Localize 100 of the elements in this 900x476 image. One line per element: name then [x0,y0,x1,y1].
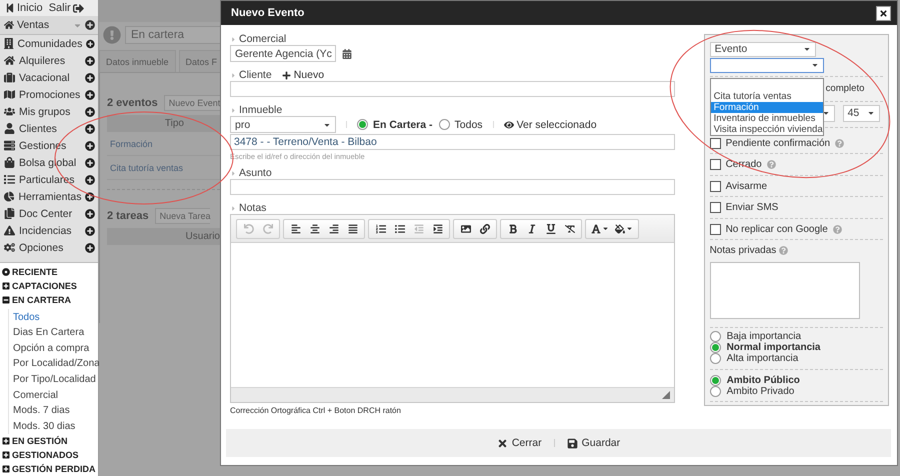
menu-item-icon [4,123,15,134]
checkbox[interactable] [710,224,721,235]
menu-item-icon [4,208,15,220]
new-client-link[interactable]: Nuevo [282,69,324,81]
add-icon[interactable] [85,72,95,83]
add-icon[interactable] [85,106,95,117]
checkbox[interactable] [710,138,721,149]
caret-icon [866,109,875,118]
type-select[interactable]: Evento [710,42,816,57]
calendar-icon[interactable] [342,48,352,58]
home-icon [4,20,14,30]
radio-option[interactable]: En Cartera - [357,118,433,130]
subtype-select[interactable] [710,58,824,73]
tree-item[interactable]: EN CARTERA [2,293,98,308]
add-icon[interactable] [85,174,95,185]
dropdown-option[interactable]: Formación [710,102,823,113]
recent-icon [2,268,10,276]
menu-item-icon [4,72,15,84]
tree-subitem[interactable]: Opción a compra [13,340,98,356]
add-icon[interactable] [85,158,95,168]
add-icon[interactable] [85,192,95,202]
radio-option[interactable]: Normal importancia [710,342,883,353]
menu-item[interactable]: Clientes [19,122,81,135]
radio-option[interactable]: Todos [438,118,483,130]
add-icon[interactable] [85,140,95,151]
menu-item[interactable]: Vacacional [19,72,81,84]
checkbox-label: Pendiente confirmación [726,138,830,149]
plus-icon [282,70,291,80]
caret-icon [822,109,830,118]
close-icon [879,8,888,18]
caret-icon [230,72,237,78]
add-icon[interactable] [85,208,95,219]
checkbox-label: Enviar SMS [726,202,778,214]
close-dialog-button[interactable]: Cerrar [496,437,542,449]
private-notes-label: Notas privadas [710,245,776,256]
tree-item[interactable]: CAPTACIONES [2,279,98,294]
add-icon[interactable] [86,38,95,49]
client-field[interactable] [230,81,675,97]
add-icon[interactable] [85,124,95,134]
checkbox[interactable] [710,202,721,214]
tree-subitem[interactable]: Mods. 30 dias [13,418,98,434]
caret-icon [230,204,237,212]
add-icon[interactable] [85,242,95,253]
add-icon[interactable] [85,20,95,30]
menu-item[interactable]: Doc Center [19,208,81,220]
menu-item[interactable]: Mis grupos [19,106,81,118]
caret-icon [230,36,237,42]
close-icon [496,438,508,448]
logout-icon [72,2,84,14]
table-header: Usuario [107,228,220,245]
caret-icon [230,170,237,176]
menu-item[interactable]: Promociones [19,88,81,101]
agent-select[interactable]: Gerente Agencia (Yc [230,45,336,62]
menu-item-icon [4,191,14,202]
tree-subitem[interactable]: Mods. 7 dias [13,402,98,418]
close-button[interactable] [876,6,891,20]
tree-subitem[interactable]: Comercial [13,387,98,403]
radio-option[interactable]: Ambito Público [710,375,883,386]
tree-item[interactable]: GESTIONADOS [2,448,98,462]
table-header: Tipo [107,115,220,132]
menu-item[interactable]: Alquileres [19,54,81,67]
checkbox[interactable] [710,180,721,192]
home-link[interactable]: Inicio [5,2,43,14]
tree-subitem[interactable]: Dias En Cartera [13,324,98,340]
skip-back-icon [5,3,15,14]
resize-handle-icon[interactable] [662,391,670,399]
tasks-count: 2 tareas [107,210,149,222]
tree-subitem[interactable]: Todos [13,309,98,325]
view-selected-link[interactable]: Ver seleccionado [504,118,597,130]
radio-option[interactable]: Alta importancia [710,353,883,364]
menu-item-icon [4,89,15,100]
dialog-title: Nuevo Evento [231,7,304,19]
checkbox[interactable] [710,159,721,170]
add-icon[interactable] [85,226,95,236]
menu-item[interactable]: Opciones [19,242,81,254]
tree-item[interactable]: EN GESTIÓN [2,434,98,448]
menu-item[interactable]: Incidencias [19,224,81,237]
radio-option[interactable]: Ambito Privado [710,386,883,397]
tree-subitem[interactable]: Por Tipo/Localidad [13,372,98,388]
tree-subitem[interactable]: Por Localidad/Zona [13,356,98,372]
logout-link[interactable]: Salir [48,2,84,14]
minute-select[interactable]: 45 [842,104,880,122]
menu-item[interactable]: Comunidades [18,38,82,50]
all-day-label: completo [826,83,864,94]
save-button[interactable]: Guardar [566,437,620,449]
dropdown-option[interactable]: Visita inspección vivienda [710,124,823,135]
property-field[interactable]: 3478 - - Terreno/Venta - Bilbao [230,134,675,150]
tree-item[interactable]: RECIENTE [2,265,98,280]
menu-item-icon [4,157,15,168]
add-icon[interactable] [85,56,95,66]
add-icon[interactable] [85,90,95,100]
property-filter-select[interactable]: pro [230,116,336,133]
field-label: Comercial [230,33,675,45]
caret-icon [230,106,237,114]
menu-item-icon [4,225,15,236]
tree-item[interactable]: GESTIÓN PERDIDA [2,462,98,476]
private-notes-field[interactable] [710,262,860,319]
menu-item[interactable]: Herramientas [18,190,82,203]
subject-field[interactable] [230,179,675,195]
radio-option[interactable]: Baja importancia [710,331,883,342]
